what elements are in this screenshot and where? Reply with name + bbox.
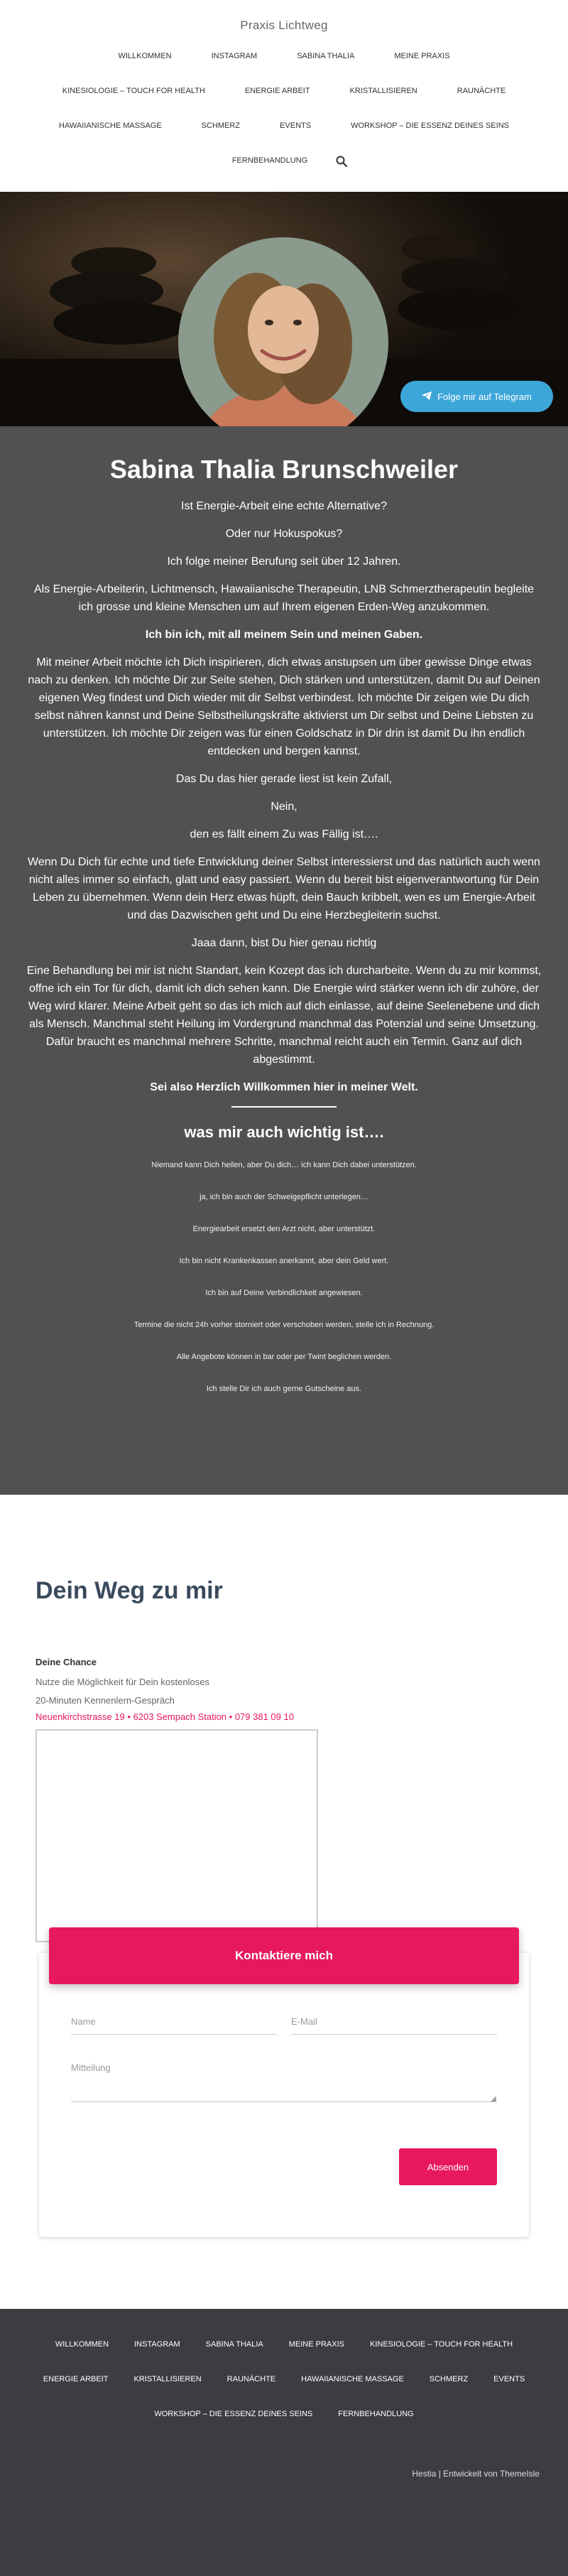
footer-item-kristallisieren[interactable]: Kristallisieren bbox=[121, 2372, 214, 2407]
main-nav: Willkommen Instagram Sabina Thalia Meine… bbox=[36, 45, 532, 185]
footer-item-energie-arbeit[interactable]: Energie Arbeit bbox=[31, 2372, 121, 2407]
intro-line: Ich folge meiner Berufung seit über 12 J… bbox=[167, 556, 401, 568]
footer-item-fernbehandlung[interactable]: Fernbehandlung bbox=[325, 2407, 426, 2442]
nav-item-workshop[interactable]: Workshop – Die Essenz deines Seins bbox=[331, 115, 529, 150]
body-line: Das Du das hier gerade liest ist kein Zu… bbox=[175, 773, 393, 785]
footer-item-sabina-thalia[interactable]: Sabina Thalia bbox=[193, 2337, 276, 2372]
map-embed[interactable] bbox=[36, 1729, 318, 1942]
footer-nav: Willkommen Instagram Sabina Thalia Meine… bbox=[11, 2309, 557, 2442]
nav-item-meine-praxis[interactable]: Meine Praxis bbox=[374, 45, 469, 80]
body-line: Nein, bbox=[271, 801, 297, 813]
divider bbox=[231, 1106, 337, 1108]
contact-address-link[interactable]: Neuenkirchstrasse 19 • 6203 Sempach Stat… bbox=[36, 1711, 294, 1722]
site-footer: Willkommen Instagram Sabina Thalia Meine… bbox=[0, 2309, 568, 2576]
nav-item-raunaechte[interactable]: Raunächte bbox=[437, 80, 525, 115]
intro-paragraph: Als Energie-Arbeiterin, Lichtmensch, Haw… bbox=[33, 583, 535, 613]
nav-item-fernbehandlung[interactable]: Fernbehandlung bbox=[212, 150, 327, 185]
resize-handle-icon[interactable]: ◢ bbox=[491, 2095, 496, 2103]
contact-chance: Deine Chance bbox=[36, 1657, 97, 1667]
email-field[interactable]: E-Mail bbox=[291, 2012, 497, 2035]
footer-item-willkommen[interactable]: Willkommen bbox=[43, 2337, 121, 2372]
note-item: Niemand kann Dich heilen, aber Du dich… … bbox=[151, 1161, 417, 1169]
note-item: Ich bin auf Deine Verbindlichkeit angewi… bbox=[205, 1289, 363, 1297]
site-title[interactable]: Praxis Lichtweg bbox=[0, 0, 568, 33]
paper-plane-icon bbox=[422, 391, 432, 402]
footer-item-hawaiianische-massage[interactable]: Hawaiianische Massage bbox=[288, 2372, 417, 2407]
intro-line: Ist Energie-Arbeit eine echte Alternativ… bbox=[181, 500, 387, 512]
nav-item-sabina-thalia[interactable]: Sabina Thalia bbox=[277, 45, 374, 80]
footer-item-workshop[interactable]: Workshop – Die Essenz deines Seins bbox=[141, 2407, 325, 2442]
statement-line: Ich bin ich, mit all meinem Sein und mei… bbox=[145, 629, 423, 641]
message-field[interactable]: Mitteilung bbox=[71, 2058, 497, 2102]
note-item: Termine die nicht 24h vorher storniert o… bbox=[133, 1321, 435, 1329]
about-section: Sabina Thalia Brunschweiler Ist Energie-… bbox=[0, 426, 568, 1495]
site-header: Praxis Lichtweg Willkommen Instagram Sab… bbox=[0, 0, 568, 192]
nav-item-events[interactable]: Events bbox=[260, 115, 331, 150]
telegram-label: Folge mir auf Telegram bbox=[437, 391, 532, 402]
nav-item-instagram[interactable]: Instagram bbox=[192, 45, 278, 80]
body-line: Jaaa dann, bist Du hier genau richtig bbox=[191, 937, 377, 949]
intro-line: Oder nur Hokuspokus? bbox=[225, 528, 343, 540]
contact-section: Dein Weg zu mir Deine Chance Nutze die M… bbox=[0, 1495, 568, 2309]
body-paragraph: Wenn Du Dich für echte und tiefe Entwick… bbox=[28, 856, 540, 921]
nav-item-kristallisieren[interactable]: Kristallisieren bbox=[330, 80, 437, 115]
body-line: den es fällt einem Zu was Fällig ist…. bbox=[190, 828, 378, 840]
contact-line: 20-Minuten Kennenlern-Gespräch bbox=[36, 1695, 175, 1706]
footer-copyright[interactable]: Hestia | Entwickelt von ThemeIsle bbox=[412, 2469, 540, 2479]
nav-item-kinesiologie[interactable]: Kinesiologie – Touch for Health bbox=[43, 80, 225, 115]
footer-item-events[interactable]: Events bbox=[481, 2372, 537, 2407]
welcome-line: Sei also Herzlich Willkommen hier in mei… bbox=[150, 1081, 418, 1093]
footer-item-instagram[interactable]: Instagram bbox=[121, 2337, 193, 2372]
note-item: Ich stelle Dir ich auch gerne Gutscheine… bbox=[206, 1385, 362, 1393]
note-item: Alle Angebote können in bar oder per Twi… bbox=[176, 1353, 392, 1361]
body-paragraph: Mit meiner Arbeit möchte ich Dich inspir… bbox=[28, 656, 540, 757]
body-paragraph: Eine Behandlung bei mir ist nicht Standa… bbox=[26, 965, 542, 1066]
nav-item-energie-arbeit[interactable]: Energie Arbeit bbox=[225, 80, 330, 115]
hero-banner: Folge mir auf Telegram bbox=[0, 192, 568, 426]
contact-form: Kontaktiere mich Name E-Mail Mitteilung … bbox=[39, 1927, 529, 2237]
section-subtitle: was mir auch wichtig ist…. bbox=[184, 1123, 384, 1141]
nav-item-hawaiianische-massage[interactable]: Hawaiianische Massage bbox=[39, 115, 182, 150]
nav-item-willkommen[interactable]: Willkommen bbox=[98, 45, 191, 80]
page-title: Sabina Thalia Brunschweiler bbox=[109, 455, 459, 484]
footer-item-raunaechte[interactable]: Raunächte bbox=[214, 2372, 288, 2407]
contact-heading: Dein Weg zu mir bbox=[36, 1577, 223, 1604]
contact-line: Nutze die Möglichkeit für Dein kostenlos… bbox=[36, 1677, 209, 1687]
note-item: Energiearbeit ersetzt den Arzt nicht, ab… bbox=[192, 1225, 376, 1233]
search-icon[interactable] bbox=[327, 150, 356, 185]
note-item: Ich bin nicht Krankenkassen anerkannt, a… bbox=[179, 1257, 389, 1265]
send-button[interactable]: Absenden bbox=[399, 2148, 497, 2185]
footer-item-schmerz[interactable]: Schmerz bbox=[417, 2372, 481, 2407]
contact-form-title: Kontaktiere mich bbox=[49, 1927, 519, 1984]
telegram-follow-button[interactable]: Folge mir auf Telegram bbox=[400, 381, 553, 412]
name-field[interactable]: Name bbox=[71, 2012, 277, 2035]
nav-item-schmerz[interactable]: Schmerz bbox=[182, 115, 260, 150]
footer-item-kinesiologie[interactable]: Kinesiologie – Touch for Health bbox=[357, 2337, 525, 2372]
footer-item-meine-praxis[interactable]: Meine Praxis bbox=[276, 2337, 357, 2372]
note-item: ja, ich bin auch der Schweigepflicht unt… bbox=[200, 1193, 368, 1201]
